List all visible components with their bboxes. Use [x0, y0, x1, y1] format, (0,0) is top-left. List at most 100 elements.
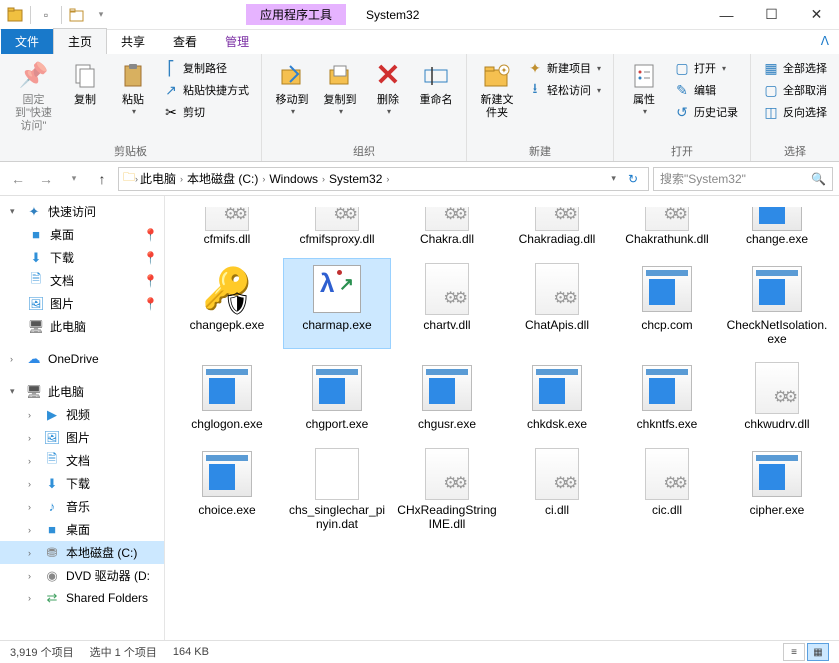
new-item-button[interactable]: ✦新建项目▾ [523, 58, 605, 78]
navpane-music[interactable]: ›♪音乐 [0, 495, 164, 518]
copy-button[interactable]: 复制 [63, 58, 107, 136]
file-item[interactable]: Chakrathunk.dll [613, 204, 721, 250]
tab-file[interactable]: 文件 [1, 29, 53, 54]
breadcrumb[interactable]: 🗀 › 此电脑› 本地磁盘 (C:)› Windows› System32› ▾… [118, 167, 649, 191]
paste-shortcut-button[interactable]: ↗粘贴快捷方式 [159, 80, 253, 100]
search-input[interactable]: 搜索"System32" 🔍 [653, 167, 833, 191]
cut-button[interactable]: ✂剪切 [159, 102, 253, 122]
collapse-ribbon-icon[interactable]: ᐱ [821, 34, 829, 48]
breadcrumb-item[interactable]: Windows› [267, 172, 327, 186]
file-item[interactable]: change.exe [723, 204, 831, 250]
edit-button[interactable]: ✎编辑 [670, 80, 742, 100]
file-item[interactable]: 🔑🛡changepk.exe [173, 258, 281, 350]
file-item[interactable]: ChatApis.dll [503, 258, 611, 350]
file-item[interactable]: cfmifsproxy.dll [283, 204, 391, 250]
breadcrumb-item[interactable]: 本地磁盘 (C:)› [185, 170, 267, 187]
invert-selection-button[interactable]: ◫反向选择 [759, 102, 831, 122]
paste-button[interactable]: 粘贴 ▾ [111, 58, 155, 136]
file-list[interactable]: cfmifs.dllcfmifsproxy.dllChakra.dllChakr… [165, 196, 839, 640]
navpane-local-disk[interactable]: ›⛃本地磁盘 (C:) [0, 541, 164, 564]
navpane-dvd[interactable]: ›◉DVD 驱动器 (D: [0, 564, 164, 587]
file-item[interactable]: chgusr.exe [393, 357, 501, 435]
tab-manage[interactable]: 管理 [211, 29, 263, 54]
qat-new-folder-icon[interactable] [66, 4, 88, 26]
file-item[interactable]: chkdsk.exe [503, 357, 611, 435]
file-item[interactable]: ci.dll [503, 443, 611, 535]
maximize-button[interactable]: ☐ [749, 1, 794, 29]
file-item[interactable]: chglogon.exe [173, 357, 281, 435]
navpane-pictures2[interactable]: ›🖼图片 [0, 426, 164, 449]
history-button[interactable]: ↺历史记录 [670, 102, 742, 122]
file-item[interactable]: chkntfs.exe [613, 357, 721, 435]
file-item[interactable]: cfmifs.dll [173, 204, 281, 250]
folder-icon: 🗀 [123, 168, 135, 189]
easy-access-icon: ⭳ [527, 82, 543, 98]
properties-icon [628, 60, 660, 92]
tab-view[interactable]: 查看 [159, 29, 211, 54]
easy-access-button[interactable]: ⭳轻松访问▾ [523, 80, 605, 100]
close-button[interactable]: ✕ [794, 1, 839, 29]
delete-button[interactable]: ✕ 删除▾ [366, 58, 410, 136]
properties-button[interactable]: 属性▾ [622, 58, 666, 136]
file-item[interactable]: chartv.dll [393, 258, 501, 350]
file-item[interactable]: chcp.com [613, 258, 721, 350]
file-item[interactable]: cic.dll [613, 443, 721, 535]
file-item[interactable]: chs_singlechar_pinyin.dat [283, 443, 391, 535]
file-item[interactable]: CHxReadingStringIME.dll [393, 443, 501, 535]
file-icon [305, 207, 369, 231]
file-item[interactable]: Chakra.dll [393, 204, 501, 250]
file-label: Chakrathunk.dll [625, 231, 708, 247]
rename-button[interactable]: 重命名 [414, 58, 458, 136]
navpane-shared[interactable]: ›⇄Shared Folders [0, 587, 164, 609]
navpane-this-pc[interactable]: ▾🖥此电脑 [0, 380, 164, 403]
new-folder-button[interactable]: ✦ 新建文件夹 [475, 58, 519, 136]
copy-path-button[interactable]: ⎡复制路径 [159, 58, 253, 78]
nav-forward-button[interactable]: → [34, 167, 58, 191]
pin-label: 固定到"快速访问" [12, 94, 55, 134]
qat-customize-icon[interactable]: ▾ [90, 4, 112, 26]
nav-up-button[interactable]: ↑ [90, 167, 114, 191]
view-details-button[interactable]: ≡ [783, 643, 805, 661]
file-item[interactable]: chkwudrv.dll [723, 357, 831, 435]
navpane-onedrive[interactable]: ›☁OneDrive [0, 348, 164, 370]
file-item[interactable]: CheckNetIsolation.exe [723, 258, 831, 350]
breadcrumb-item[interactable]: System32› [327, 172, 391, 186]
file-icon: 🔑🛡 [195, 261, 259, 317]
copy-to-button[interactable]: 复制到▾ [318, 58, 362, 136]
pin-button[interactable]: 📌 固定到"快速访问" [8, 58, 59, 136]
file-icon [195, 446, 259, 502]
navpane-documents[interactable]: 🗎文档📍 [0, 269, 164, 292]
file-item[interactable]: Chakradiag.dll [503, 204, 611, 250]
copy-to-icon [324, 60, 356, 92]
minimize-button[interactable]: — [704, 1, 749, 29]
tab-home[interactable]: 主页 [53, 28, 107, 54]
nav-back-button[interactable]: ← [6, 167, 30, 191]
refresh-button[interactable]: ↻ [622, 172, 644, 186]
file-item[interactable]: charmap.exe [283, 258, 391, 350]
navpane-pictures[interactable]: 🖼图片📍 [0, 292, 164, 315]
navpane-this-pc-q[interactable]: 🖥此电脑 [0, 315, 164, 338]
qat-properties-icon[interactable]: ▫ [35, 4, 57, 26]
breadcrumb-drop-icon[interactable]: ▾ [605, 173, 622, 184]
file-item[interactable]: choice.exe [173, 443, 281, 535]
view-icons-button[interactable]: ▦ [807, 643, 829, 661]
file-item[interactable]: cipher.exe [723, 443, 831, 535]
select-all-button[interactable]: ▦全部选择 [759, 58, 831, 78]
breadcrumb-item[interactable]: 此电脑› [138, 170, 185, 187]
nav-recent-button[interactable]: ▾ [62, 167, 86, 191]
navpane-downloads[interactable]: ⬇下载📍 [0, 246, 164, 269]
move-to-button[interactable]: 移动到▾ [270, 58, 314, 136]
navpane-downloads2[interactable]: ›⬇下载 [0, 472, 164, 495]
file-item[interactable]: chgport.exe [283, 357, 391, 435]
navpane-documents2[interactable]: ›🗎文档 [0, 449, 164, 472]
navpane-quick-access[interactable]: ▾✦快速访问 [0, 200, 164, 223]
navpane-videos[interactable]: ›▶视频 [0, 403, 164, 426]
navpane-desktop[interactable]: ■桌面📍 [0, 223, 164, 246]
open-button[interactable]: ▢打开▾ [670, 58, 742, 78]
file-label: cic.dll [652, 502, 682, 518]
selected-size: 164 KB [173, 646, 209, 658]
tab-share[interactable]: 共享 [107, 29, 159, 54]
file-icon [305, 360, 369, 416]
navpane-desktop2[interactable]: ›■桌面 [0, 518, 164, 541]
select-none-button[interactable]: ▢全部取消 [759, 80, 831, 100]
